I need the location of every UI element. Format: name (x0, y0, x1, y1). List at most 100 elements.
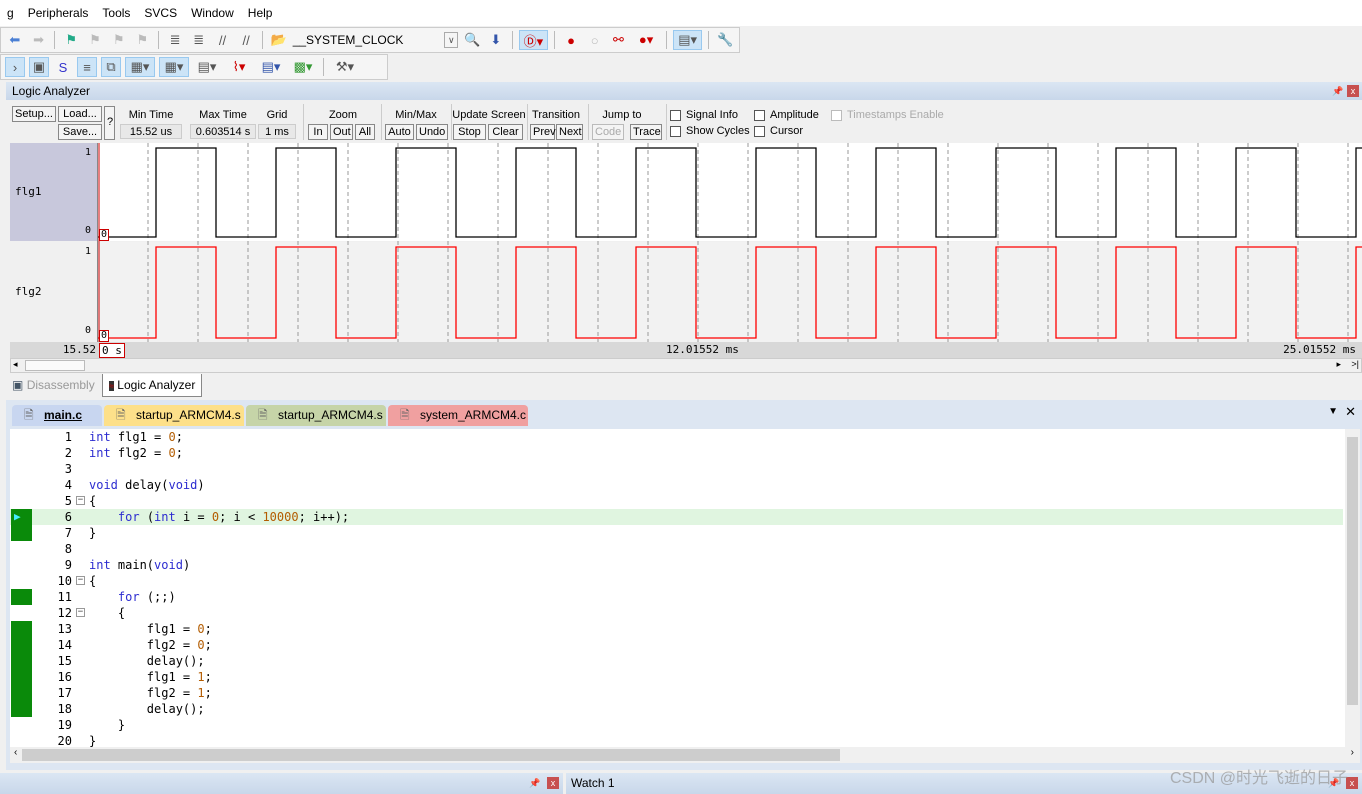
wrench-icon[interactable]: 🔧 (715, 30, 735, 50)
scroll-thumb[interactable] (25, 360, 85, 371)
load-button[interactable]: Load... (58, 106, 102, 122)
signal-info-checkbox[interactable]: Signal Info (670, 109, 738, 121)
jump-code-button[interactable]: Code (592, 124, 624, 140)
pin-icon[interactable]: 📌 (529, 777, 541, 789)
scroll-thumb[interactable] (1347, 437, 1358, 705)
find-in-files-icon[interactable]: 📂 (269, 30, 289, 50)
uncomment-icon[interactable]: // (236, 30, 256, 50)
close-editor-icon[interactable]: ✕ (1345, 404, 1356, 420)
undo-button[interactable]: Undo (416, 124, 448, 140)
prev-transition-button[interactable]: Prev (530, 124, 556, 140)
registers-window-icon[interactable]: ≡ (77, 57, 97, 77)
code-line[interactable]: 20} (10, 733, 1343, 747)
amplitude-checkbox[interactable]: Amplitude (754, 109, 819, 121)
tab-logic-analyzer[interactable]: ≈ Logic Analyzer (102, 374, 203, 397)
disassembly-window-icon[interactable]: ▣ (29, 57, 49, 77)
file-tab[interactable]: 🗎 startup_ARMCM4.s (104, 405, 244, 426)
scroll-right-icon[interactable]: › (1351, 747, 1354, 758)
jump-trace-button[interactable]: Trace (630, 124, 662, 140)
menu-tools[interactable]: Tools (95, 6, 137, 20)
code-line[interactable]: 18 delay(); (10, 701, 1343, 717)
disable-all-breakpoints-icon[interactable]: ⚯ (609, 30, 629, 50)
analysis-windows-icon[interactable]: ⌇▾ (225, 57, 253, 77)
vertical-scrollbar[interactable] (1345, 429, 1360, 747)
scroll-thumb[interactable] (22, 749, 840, 761)
clear-button[interactable]: Clear (488, 124, 523, 140)
cursor-checkbox[interactable]: Cursor (754, 125, 803, 137)
help-button[interactable]: ? (104, 106, 115, 140)
code-line[interactable]: 3 (10, 461, 1343, 477)
call-stack-icon[interactable]: ⧉ (101, 57, 121, 77)
timestamps-checkbox[interactable]: Timestamps Enable (831, 109, 944, 121)
code-line[interactable]: 2 int flg2 = 0; (10, 445, 1343, 461)
code-line[interactable]: 14 flg2 = 0; (10, 637, 1343, 653)
code-line[interactable]: 19 } (10, 717, 1343, 733)
command-window-icon[interactable]: › (5, 57, 25, 77)
find-icon[interactable]: 🔍 (462, 30, 482, 50)
auto-button[interactable]: Auto (385, 124, 414, 140)
target-select[interactable]: __SYSTEM_CLOCK (293, 33, 441, 47)
file-tab[interactable]: 🗎 startup_ARMCM4.s (246, 405, 386, 426)
system-viewer-icon[interactable]: ▩▾ (289, 57, 317, 77)
zoom-in-button[interactable]: In (308, 124, 328, 140)
code-line[interactable]: 15 delay(); (10, 653, 1343, 669)
bookmark-icon[interactable]: ⚑ (61, 30, 81, 50)
indent-icon[interactable]: ≣ (165, 30, 185, 50)
menu-svcs[interactable]: SVCS (137, 6, 184, 20)
menu-peripherals[interactable]: Peripherals (21, 6, 96, 20)
stop-button[interactable]: Stop (453, 124, 486, 140)
tab-disassembly[interactable]: ▣ Disassembly (12, 378, 95, 392)
zoom-out-button[interactable]: Out (330, 124, 353, 140)
comment-icon[interactable]: // (213, 30, 233, 50)
scroll-right-icon[interactable]: ▸ (1336, 359, 1341, 370)
file-tab[interactable]: 🗎 system_ARMCM4.c (388, 405, 528, 426)
menu-help[interactable]: Help (241, 6, 280, 20)
toolbox-icon[interactable]: ⚒▾ (330, 57, 360, 77)
editor-hscrollbar[interactable]: ‹ › (10, 747, 1360, 763)
code-line[interactable]: 4 void delay(void) (10, 477, 1343, 493)
scroll-end-icon[interactable]: >| (1351, 359, 1359, 369)
scroll-left-icon[interactable]: ◂ (13, 359, 18, 370)
close-icon[interactable]: x (547, 777, 559, 789)
memory-windows-icon[interactable]: ▦▾ (159, 57, 189, 77)
setup-button[interactable]: Setup... (12, 106, 56, 122)
disable-breakpoint-icon[interactable]: ○ (585, 30, 605, 50)
incremental-find-icon[interactable]: ⬇ (486, 30, 506, 50)
symbols-window-icon[interactable]: S (53, 57, 73, 77)
watch-windows-icon[interactable]: ▦▾ (125, 57, 155, 77)
prev-bookmark-icon[interactable]: ⚑ (85, 30, 105, 50)
chevron-down-icon[interactable]: ∨ (444, 32, 459, 48)
breakpoint-icon[interactable]: ● (561, 30, 581, 50)
tab-list-icon[interactable]: ▼ (1328, 406, 1338, 417)
window-layout-icon[interactable]: ▤▾ (672, 30, 703, 50)
forward-icon[interactable]: ➡ (29, 30, 49, 50)
debug-session-icon[interactable]: Ⓓ▾ (518, 30, 549, 50)
fold-icon[interactable]: − (76, 496, 85, 505)
pin-icon[interactable]: 📌 (1332, 85, 1344, 97)
signal-row-flg1[interactable]: flg1 1 0 (10, 143, 97, 241)
code-line[interactable]: 8 (10, 541, 1343, 557)
scroll-left-icon[interactable]: ‹ (14, 747, 17, 758)
close-icon[interactable]: x (1347, 85, 1359, 97)
fold-icon[interactable]: − (76, 608, 85, 617)
code-line[interactable]: ▶ 6 for (int i = 0; i < 10000; i++); (10, 509, 1343, 525)
unindent-icon[interactable]: ≣ (189, 30, 209, 50)
zoom-all-button[interactable]: All (355, 124, 375, 140)
menu-debug[interactable]: g (0, 6, 21, 20)
kill-breakpoints-icon[interactable]: ●▾ (632, 30, 660, 50)
code-line[interactable]: 5−{ (10, 493, 1343, 509)
code-line[interactable]: 11 for (;;) (10, 589, 1343, 605)
menu-window[interactable]: Window (184, 6, 241, 20)
code-line[interactable]: 12− { (10, 605, 1343, 621)
fold-icon[interactable]: − (76, 576, 85, 585)
waveform-area[interactable] (98, 143, 1362, 342)
back-icon[interactable]: ⬅ (5, 30, 25, 50)
horizontal-scrollbar[interactable]: ◂ ▸ >| (10, 358, 1362, 373)
show-cycles-checkbox[interactable]: Show Cycles (670, 125, 750, 137)
code-line[interactable]: 17 flg2 = 1; (10, 685, 1343, 701)
code-line[interactable]: 16 flg1 = 1; (10, 669, 1343, 685)
code-line[interactable]: 13 flg1 = 0; (10, 621, 1343, 637)
code-line[interactable]: 10−{ (10, 573, 1343, 589)
code-line[interactable]: 1 int flg1 = 0; (10, 429, 1343, 445)
next-bookmark-icon[interactable]: ⚑ (109, 30, 129, 50)
